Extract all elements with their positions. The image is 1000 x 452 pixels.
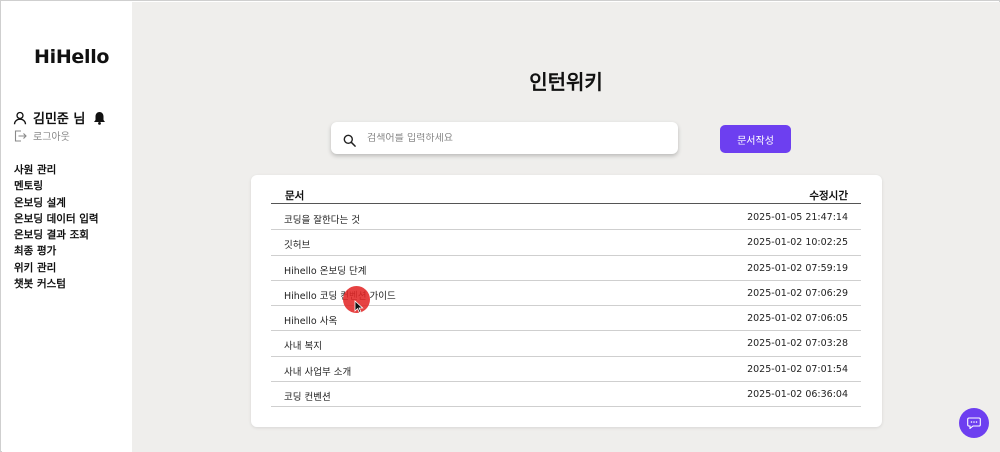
bell-icon[interactable]	[93, 111, 106, 125]
main-content: 인턴위키 문서작성 문서 수정시간 코딩을 잘한다는 것 2025-01-05 …	[132, 2, 1000, 452]
document-title[interactable]: 사내 사업부 소개	[284, 364, 351, 378]
app-window: HiHello 김민준 님 로그아웃 사원 관리 멘토링 온보딩 설계 온보딩 …	[0, 0, 1000, 452]
sidebar-item-onboarding-data-input[interactable]: 온보딩 데이터 입력	[14, 211, 99, 227]
document-title[interactable]: 사내 복지	[284, 338, 322, 352]
user-icon	[13, 111, 27, 125]
app-logo[interactable]: HiHello	[34, 46, 109, 68]
document-title[interactable]: Hihello 사옥	[284, 313, 337, 327]
document-title[interactable]: Hihello 온보딩 단계	[284, 263, 366, 277]
search-bar[interactable]	[331, 122, 678, 154]
column-header-modified-time: 수정시간	[809, 190, 848, 202]
table-header: 문서 수정시간	[271, 187, 861, 204]
search-input[interactable]	[367, 132, 657, 144]
chat-icon	[967, 417, 981, 430]
modified-time: 2025-01-02 06:36:04	[747, 389, 848, 401]
sidebar-item-final-evaluation[interactable]: 최종 평가	[14, 243, 99, 259]
user-profile: 김민준 님	[13, 108, 106, 127]
table-row[interactable]: Hihello 온보딩 단계 2025-01-02 07:59:19	[271, 256, 861, 281]
modified-time: 2025-01-02 07:06:05	[747, 313, 848, 325]
document-title[interactable]: 깃허브	[284, 237, 310, 251]
document-title[interactable]: 코딩 컨벤션	[284, 389, 331, 403]
modified-time: 2025-01-02 07:03:28	[747, 338, 848, 350]
page-title: 인턴위키	[529, 70, 603, 94]
logout-label: 로그아웃	[33, 132, 70, 143]
table-row[interactable]: 깃허브 2025-01-02 10:02:25	[271, 230, 861, 256]
table-row[interactable]: 코딩 컨벤션 2025-01-02 06:36:04	[271, 382, 861, 408]
modified-time: 2025-01-02 07:01:54	[747, 363, 848, 375]
document-title[interactable]: 코딩을 잘한다는 것	[284, 212, 360, 226]
user-name: 김민준 님	[33, 112, 86, 127]
chatbot-button[interactable]	[959, 408, 989, 438]
table-row[interactable]: 코딩을 잘한다는 것 2025-01-05 21:47:14	[271, 205, 861, 231]
modified-time: 2025-01-02 10:02:25	[747, 237, 848, 249]
modified-time: 2025-01-02 07:06:29	[747, 287, 848, 299]
logout-button[interactable]: 로그아웃	[14, 128, 70, 143]
logout-icon	[14, 129, 27, 142]
sidebar-nav: 사원 관리 멘토링 온보딩 설계 온보딩 데이터 입력 온보딩 결과 조회 최종…	[14, 162, 99, 292]
sidebar-item-onboarding-results[interactable]: 온보딩 결과 조회	[14, 227, 99, 243]
sidebar-item-employee-management[interactable]: 사원 관리	[14, 162, 99, 178]
table-row[interactable]: 사내 사업부 소개 2025-01-02 07:01:54	[271, 357, 861, 383]
modified-time: 2025-01-02 07:59:19	[747, 262, 848, 274]
cursor-icon	[354, 298, 364, 314]
write-document-button[interactable]: 문서작성	[720, 125, 791, 153]
sidebar-item-onboarding-design[interactable]: 온보딩 설계	[14, 195, 99, 211]
sidebar-item-wiki-management[interactable]: 위키 관리	[14, 260, 99, 276]
modified-time: 2025-01-05 21:47:14	[747, 212, 848, 223]
document-title[interactable]: Hihello 코딩 컨벤션 가이드	[284, 288, 396, 302]
sidebar-item-mentoring[interactable]: 멘토링	[14, 178, 99, 194]
table-row[interactable]: 사내 복지 2025-01-02 07:03:28	[271, 331, 861, 357]
sidebar: HiHello 김민준 님 로그아웃 사원 관리 멘토링 온보딩 설계 온보딩 …	[2, 2, 132, 452]
sidebar-item-chatbot-custom[interactable]: 챗봇 커스텀	[14, 276, 99, 292]
search-icon	[343, 132, 356, 147]
column-header-document: 문서	[285, 190, 305, 202]
